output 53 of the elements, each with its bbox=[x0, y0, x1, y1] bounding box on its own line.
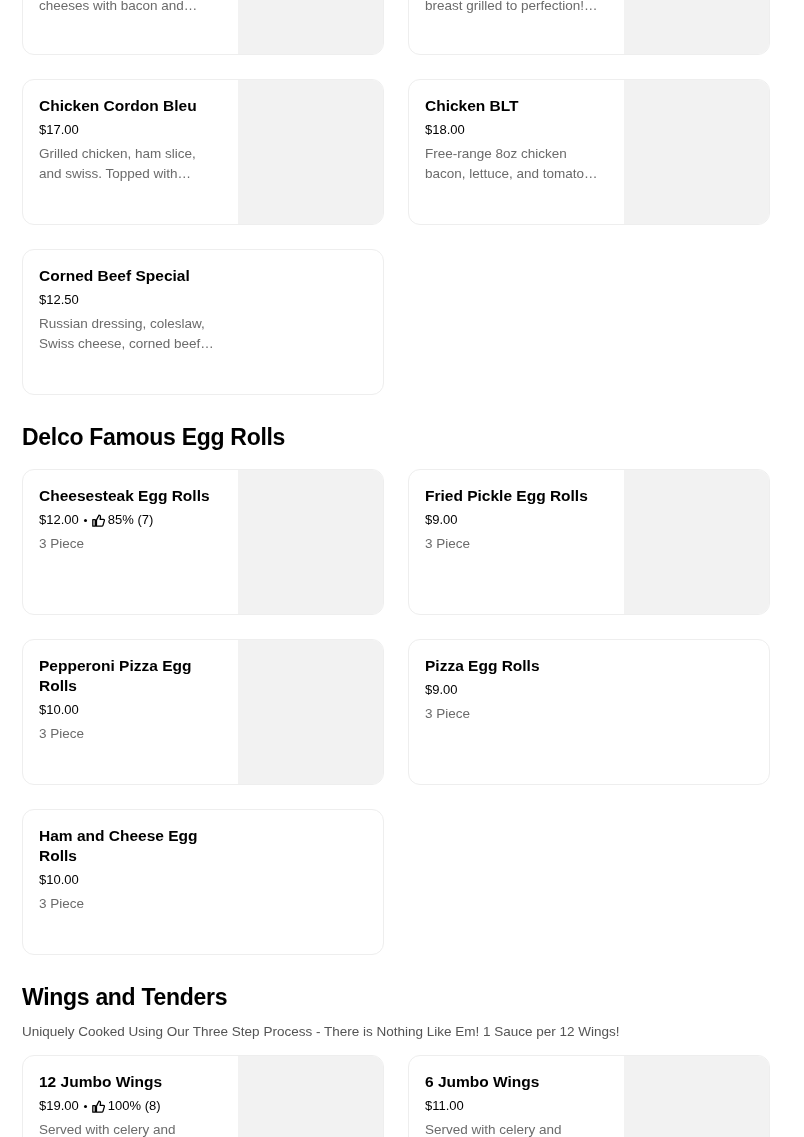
section-description: Uniquely Cooked Using Our Three Step Process - There is Nothing Like Em! 1 Sauce per 12 Wings! bbox=[22, 1023, 621, 1041]
item-description: Free-range 8oz chicken bacon, lettuce, and tomato… bbox=[425, 145, 599, 183]
item-name: Pizza Egg Rolls bbox=[425, 656, 541, 676]
item-description: breast grilled to perfection!… bbox=[425, 0, 599, 15]
item-price: $19.00 bbox=[39, 1097, 79, 1115]
item-description: Served with celery and bbox=[39, 1121, 177, 1137]
item-description: Russian dressing, coleslaw, Swiss cheese, corned beef… bbox=[39, 315, 215, 353]
item-description: cheeses with bacon and… bbox=[39, 0, 199, 15]
item-rating: 85% (7) bbox=[107, 511, 154, 529]
menu-item-card[interactable]: Chicken Cordon Bleu $17.00 Grilled chicken, ham slice, and swiss. Topped with… bbox=[22, 79, 384, 225]
item-description: 3 Piece bbox=[39, 725, 86, 743]
item-name: Ham and Cheese Egg Rolls bbox=[39, 826, 199, 866]
menu-item-card[interactable]: cheeses with bacon and… bbox=[22, 0, 384, 55]
item-name: Pepperoni Pizza Egg Rolls bbox=[39, 656, 193, 696]
item-name: 6 Jumbo Wings bbox=[425, 1072, 541, 1092]
item-price: $10.00 bbox=[39, 701, 79, 719]
menu-item-card[interactable]: Pepperoni Pizza Egg Rolls $10.00 3 Piece bbox=[22, 639, 384, 785]
item-description: 3 Piece bbox=[39, 535, 86, 553]
item-price: $18.00 bbox=[425, 121, 465, 139]
item-description: Grilled chicken, ham slice, and swiss. Topped with… bbox=[39, 145, 197, 183]
menu-item-card[interactable]: Fried Pickle Egg Rolls $9.00 3 Piece bbox=[408, 469, 770, 615]
menu-item-card[interactable]: Pizza Egg Rolls $9.00 3 Piece bbox=[408, 639, 770, 785]
thumbs-up-icon bbox=[91, 513, 105, 527]
menu-item-card[interactable]: breast grilled to perfection!… bbox=[408, 0, 770, 55]
item-price: $9.00 bbox=[425, 511, 458, 529]
item-name: Cheesesteak Egg Rolls bbox=[39, 486, 211, 506]
item-price: $12.00 bbox=[39, 511, 79, 529]
menu-item-card[interactable]: 12 Jumbo Wings $19.00 100% (8) Served with celery and bbox=[22, 1055, 384, 1137]
menu-item-card[interactable]: Chicken BLT $18.00 Free-range 8oz chicken bacon, lettuce, and tomato… bbox=[408, 79, 770, 225]
separator-dot bbox=[83, 1104, 87, 1108]
item-price: $9.00 bbox=[425, 681, 458, 699]
item-description: Served with celery and bbox=[425, 1121, 563, 1137]
menu-item-card[interactable]: Cheesesteak Egg Rolls $12.00 85% (7) 3 Piece bbox=[22, 469, 384, 615]
item-price: $10.00 bbox=[39, 871, 79, 889]
item-price: $12.50 bbox=[39, 291, 79, 309]
item-description: 3 Piece bbox=[425, 705, 472, 723]
separator-dot bbox=[83, 518, 87, 522]
item-price: $11.00 bbox=[425, 1097, 464, 1115]
menu-item-card[interactable]: 6 Jumbo Wings $11.00 Served with celery and bbox=[408, 1055, 770, 1137]
item-rating: 100% (8) bbox=[107, 1097, 161, 1115]
thumbs-up-icon bbox=[91, 1099, 105, 1113]
item-description: 3 Piece bbox=[425, 535, 472, 553]
item-name: Chicken BLT bbox=[425, 96, 520, 116]
section-heading: Delco Famous Egg Rolls bbox=[22, 423, 287, 452]
item-description: 3 Piece bbox=[39, 895, 86, 913]
item-name: Chicken Cordon Bleu bbox=[39, 96, 198, 116]
section-heading: Wings and Tenders bbox=[22, 983, 229, 1012]
item-name: Fried Pickle Egg Rolls bbox=[425, 486, 589, 506]
item-name: 12 Jumbo Wings bbox=[39, 1072, 164, 1092]
menu-item-card[interactable]: Corned Beef Special $12.50 Russian dressing, coleslaw, Swiss cheese, corned beef… bbox=[22, 249, 384, 395]
menu-item-card[interactable]: Ham and Cheese Egg Rolls $10.00 3 Piece bbox=[22, 809, 384, 955]
item-name: Corned Beef Special bbox=[39, 266, 191, 286]
item-price: $17.00 bbox=[39, 121, 79, 139]
